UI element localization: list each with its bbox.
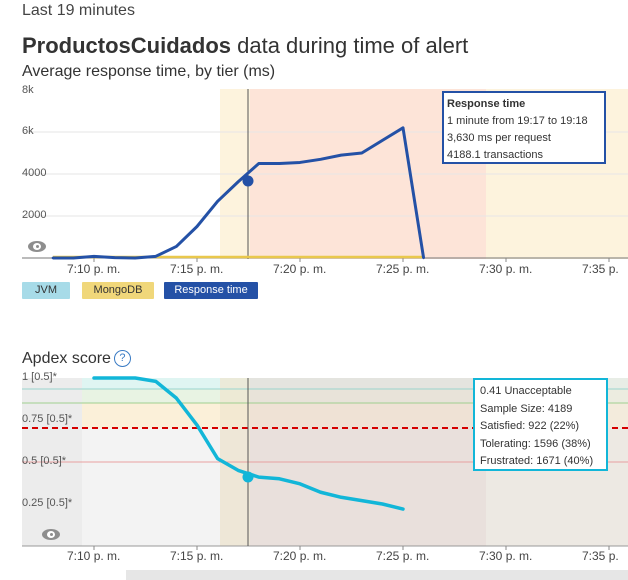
apdex-tooltip: 0.41 Unacceptable Sample Size: 4189 Sati… xyxy=(473,378,608,471)
tooltip-line: 0.41 Unacceptable xyxy=(480,385,572,397)
apdex-data-point xyxy=(92,376,96,380)
response-time-data-point xyxy=(134,256,137,260)
apdex-y-tick-label: 0.25 [0.5]* xyxy=(22,497,73,509)
response-time-data-point xyxy=(113,256,116,259)
apdex-data-point xyxy=(216,457,219,460)
apdex-data-point xyxy=(381,502,384,506)
apdex-data-point xyxy=(237,469,240,472)
apdex-y-tick-label: 1 [0.5]* xyxy=(22,371,57,383)
apdex-data-point xyxy=(154,380,157,383)
apdex-data-point xyxy=(278,477,281,480)
apdex-y-tick-label: 0.5 [0.5]* xyxy=(22,455,67,467)
apdex-hover-point xyxy=(242,471,254,483)
y-tick-label: 2000 xyxy=(22,209,47,221)
response-time-tooltip: Response time 1 minute from 19:17 to 19:… xyxy=(442,91,606,164)
response-time-data-point xyxy=(237,180,240,183)
response-time-data-point xyxy=(257,162,260,165)
apdex-data-point xyxy=(175,396,178,400)
response-time-data-point xyxy=(319,158,322,161)
apdex-x-tick-label: 7:35 p. xyxy=(582,549,619,563)
apdex-x-tick-label: 7:15 p. m. xyxy=(170,549,224,563)
apdex-data-point xyxy=(401,507,405,511)
apdex-data-point xyxy=(319,491,322,494)
apdex-data-point xyxy=(360,499,363,502)
tooltip-line: Frustrated: 1671 (40%) xyxy=(480,455,594,467)
y-tick-label: 8k xyxy=(22,84,34,96)
tooltip-line: Satisfied: 922 (22%) xyxy=(480,420,580,432)
response-time-data-point xyxy=(51,256,54,260)
y-tick-label: 4000 xyxy=(22,167,47,179)
response-time-data-point xyxy=(401,126,405,129)
response-time-data-point xyxy=(381,139,384,142)
y-tick-label: 6k xyxy=(22,125,34,137)
x-tick-label: 7:15 p. m. xyxy=(170,262,224,276)
tooltip-line: 3,630 ms per request xyxy=(447,132,551,144)
apdex-x-tick-label: 7:25 p. m. xyxy=(376,549,430,563)
apdex-data-point xyxy=(134,376,137,380)
tooltip-line: 1 minute from 19:17 to 19:18 xyxy=(447,115,588,127)
apdex-data-point xyxy=(113,376,116,380)
response-time-data-point xyxy=(154,255,157,258)
tooltip-title: Response time xyxy=(447,98,526,110)
legend-response-time[interactable]: Response time xyxy=(164,282,258,299)
hover-point xyxy=(242,175,254,187)
apdex-x-tick-label: 7:20 p. m. xyxy=(273,549,327,563)
response-time-data-point xyxy=(340,153,343,157)
tooltip-line: Tolerating: 1596 (38%) xyxy=(480,437,591,450)
tooltip-line: Sample Size: 4189 xyxy=(480,402,573,415)
tooltip-line: 4188.1 transactions xyxy=(447,149,544,161)
horizontal-scrollbar[interactable] xyxy=(126,570,628,580)
legend-jvm[interactable]: JVM xyxy=(22,282,70,299)
apdex-data-point xyxy=(195,423,199,427)
response-time-data-point xyxy=(195,225,199,228)
x-tick-label: 7:25 p. m. xyxy=(376,262,430,276)
apdex-title: Apdex score? xyxy=(22,350,131,368)
apdex-x-tick-label: 7:30 p. m. xyxy=(479,549,533,563)
apdex-data-point xyxy=(298,482,302,486)
visibility-eye-icon[interactable] xyxy=(28,241,46,252)
apdex-title-text: Apdex score xyxy=(22,350,111,367)
apdex-data-point xyxy=(257,475,260,479)
apdex-x-tick-label: 7:10 p. m. xyxy=(67,549,121,563)
response-time-data-point xyxy=(216,200,219,203)
response-time-data-point xyxy=(278,162,281,165)
x-tick-label: 7:10 p. m. xyxy=(67,262,121,276)
response-time-data-point xyxy=(92,255,96,258)
response-time-data-point xyxy=(422,256,425,260)
x-tick-label: 7:20 p. m. xyxy=(273,262,327,276)
apdex-y-tick-label: 0.75 [0.5]* xyxy=(22,413,73,425)
response-time-data-point xyxy=(298,161,302,164)
apdex-data-point xyxy=(340,496,343,499)
x-tick-label: 7:35 p. xyxy=(582,262,619,276)
response-time-data-point xyxy=(360,151,363,155)
help-icon[interactable]: ? xyxy=(113,350,131,367)
x-tick-label: 7:30 p. m. xyxy=(479,262,533,276)
apdex-visibility-eye-icon[interactable] xyxy=(42,529,60,540)
response-time-data-point xyxy=(72,256,75,260)
legend-mongodb[interactable]: MongoDB xyxy=(82,282,154,299)
response-time-data-point xyxy=(175,245,178,248)
